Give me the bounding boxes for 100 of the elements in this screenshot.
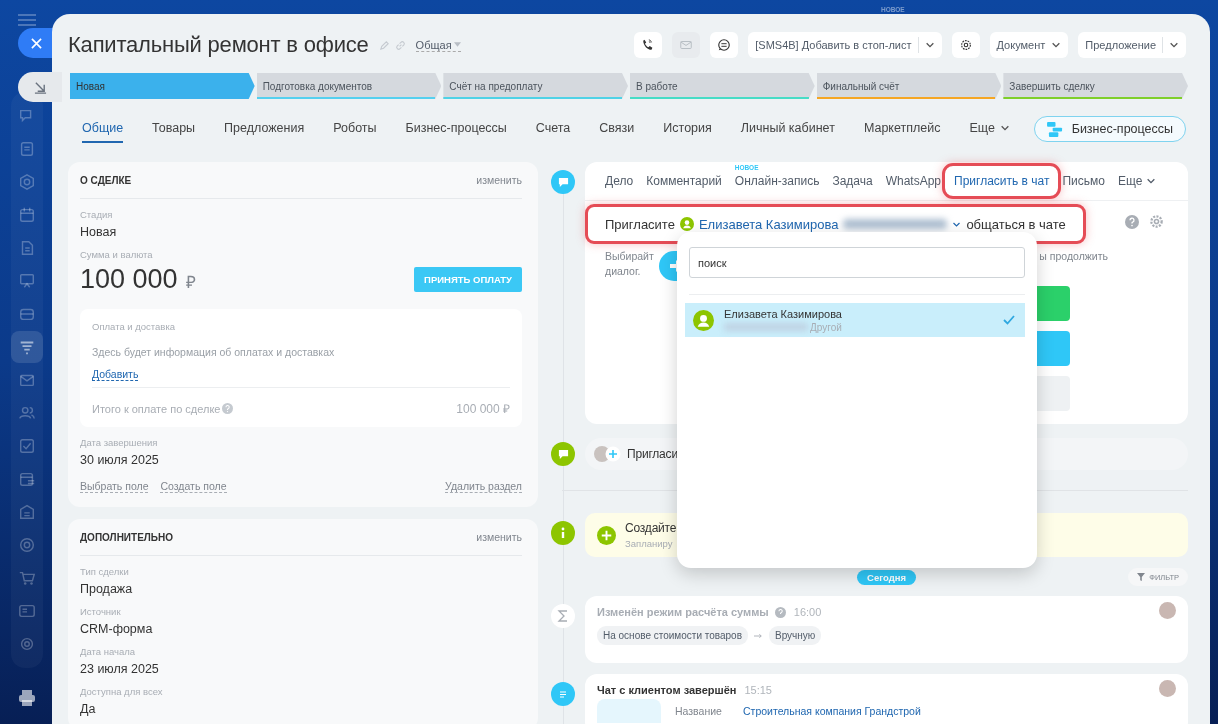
close-button[interactable] (18, 28, 54, 58)
printer-icon[interactable] (17, 688, 37, 708)
event-time: 15:15 (744, 684, 772, 696)
tab[interactable]: Товары (152, 115, 196, 143)
dropdown-button[interactable]: Документ (989, 32, 1069, 58)
event-title: Чат с клиентом завершён (597, 684, 737, 696)
link-icon[interactable] (394, 39, 406, 51)
composer-tab[interactable]: Комментарий (646, 166, 722, 196)
composer-tab[interactable]: WhatsApp (885, 166, 942, 196)
menu-icon[interactable] (18, 14, 36, 26)
field-label: Дата завершения (80, 437, 159, 448)
amount-value: 100 000 (80, 264, 178, 295)
tab[interactable]: Счета (535, 115, 571, 143)
panel-title: Оплата и доставка (92, 321, 177, 332)
search-field[interactable]: поиск (689, 247, 1025, 278)
info-title: Создайте (625, 521, 677, 535)
field-label: Сумма и валюта (80, 249, 154, 260)
tab[interactable]: История (663, 115, 712, 143)
tab[interactable]: Еще (969, 115, 1010, 143)
presentation-icon (18, 272, 36, 290)
stage-step[interactable]: В работе (630, 73, 815, 99)
chevron-icon (924, 40, 935, 50)
sigma-icon (557, 610, 569, 622)
today-badge: Сегодня (857, 569, 916, 585)
composer-tab[interactable]: Еще (1118, 166, 1157, 196)
total-label: Итого к оплате по сделке (92, 402, 221, 415)
split-button[interactable]: [SMS4B] Добавить в стоп-лист (748, 32, 942, 58)
business-process-button[interactable]: Бизнес-процессы (1033, 116, 1186, 142)
chevron-icon (1169, 40, 1179, 50)
gear-icon (18, 635, 36, 653)
pencil-icon[interactable] (378, 39, 390, 51)
sidebar-item[interactable] (11, 331, 43, 363)
arrow-icon (33, 80, 47, 94)
contact-type: Другой (810, 321, 842, 333)
stage-step[interactable]: Счёт на предоплату (443, 73, 628, 99)
event-time: 16:00 (793, 606, 822, 618)
field-value: Да (80, 702, 97, 716)
value-tag: Вручную (769, 626, 822, 645)
chat-icon (717, 38, 732, 52)
company-link[interactable]: Строительная компания Грандстрой (743, 705, 921, 717)
chat-button[interactable] (710, 32, 739, 58)
stage-step[interactable]: Новая (70, 73, 255, 99)
value-tag: На основе стоимости товаров (597, 626, 748, 645)
gear-icon[interactable] (1149, 214, 1164, 229)
tab[interactable]: Связи (599, 115, 635, 143)
field-value: Новая (80, 225, 118, 239)
contact-option[interactable]: Елизавета Казимирова Другой (685, 303, 1025, 337)
tab[interactable]: Роботы (333, 115, 377, 143)
field-link[interactable]: Выбрать поле (80, 480, 149, 493)
tab[interactable]: Общие (82, 115, 124, 143)
avatar (1159, 680, 1176, 697)
stage-step[interactable]: Финальный счёт (816, 73, 1002, 99)
delete-section-link[interactable]: Удалить раздел (445, 480, 522, 493)
avatar (1159, 602, 1176, 619)
people-icon (18, 404, 36, 422)
field-value: CRM-форма (80, 622, 154, 636)
composer-tab[interactable]: Дело (605, 166, 634, 196)
tab[interactable]: Бизнес-процессы (405, 115, 507, 143)
edit-link[interactable]: изменить (476, 174, 522, 186)
contact-selector[interactable]: Елизавета Казимирова (698, 216, 839, 232)
field-value: 30 июля 2025 (80, 453, 160, 467)
gear-button[interactable] (951, 32, 980, 58)
person-icon (679, 217, 694, 231)
chat-bubble-icon (557, 176, 569, 188)
composer-tab[interactable]: Письмо (1062, 166, 1105, 196)
info-text: Запланиру (625, 538, 674, 549)
tab[interactable]: Маркетплейс (863, 115, 941, 143)
edit-link[interactable]: изменить (476, 531, 522, 543)
help-icon[interactable] (1125, 215, 1139, 229)
contact-name: Елизавета Казимирова (724, 307, 842, 320)
field-label: Название (675, 705, 723, 717)
calendar-icon (18, 206, 36, 224)
invite-suffix: общаться в чате (966, 216, 1066, 232)
composer-tab[interactable]: Задача (832, 166, 873, 196)
field-label: Источник (80, 606, 122, 617)
hint-text: Выбирайт диалог. (605, 249, 654, 279)
invite-text: Пригласи (627, 447, 678, 461)
help-icon (774, 606, 786, 618)
field-value: 23 июля 2025 (80, 662, 160, 676)
building-icon (18, 503, 36, 521)
category-dropdown[interactable]: Общая (415, 38, 461, 52)
add-link[interactable]: Добавить (92, 368, 139, 381)
plus-icon (597, 525, 616, 545)
calendar-icon (18, 470, 36, 488)
phone-button[interactable] (634, 32, 663, 58)
tab[interactable]: Предложения (224, 115, 305, 143)
collapse-button[interactable] (18, 72, 62, 102)
composer-tab[interactable]: Пригласить в чат (945, 166, 1059, 196)
filter-icon (1137, 573, 1146, 581)
tab[interactable]: Личный кабинет (740, 115, 835, 143)
field-label: Стадия (80, 209, 114, 220)
close-icon (30, 37, 42, 49)
field-link[interactable]: Создать поле (160, 480, 227, 493)
stage-step[interactable]: Завершить сделку (1003, 73, 1189, 99)
mail-icon (679, 38, 694, 52)
stage-step[interactable]: Подготовка документов (256, 73, 442, 99)
target-icon (18, 536, 36, 554)
split-button[interactable]: Предложение (1078, 32, 1186, 58)
cart-icon (18, 569, 36, 587)
field-value: Продажа (80, 582, 134, 596)
